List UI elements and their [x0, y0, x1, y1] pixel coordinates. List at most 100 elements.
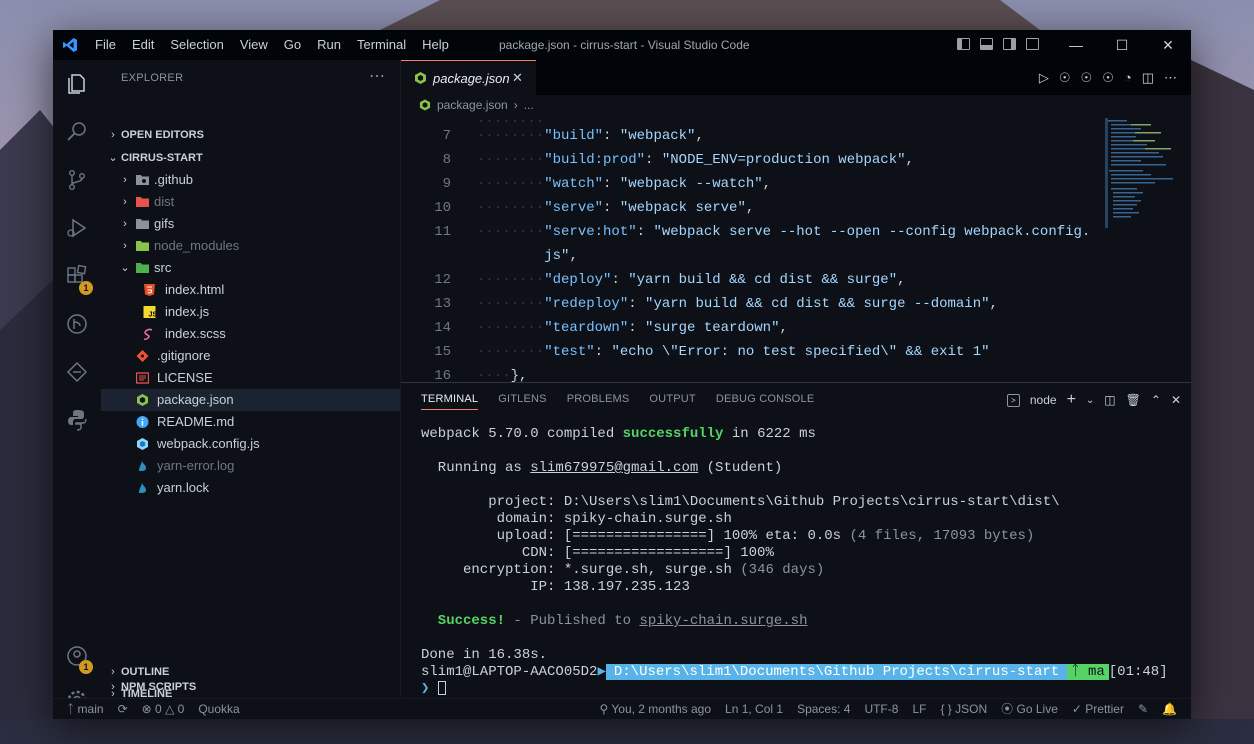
explorer-icon[interactable]: [53, 64, 101, 104]
go-live-status[interactable]: ⦿ Go Live: [1001, 699, 1058, 719]
json-value: "webpack --watch": [619, 176, 763, 192]
indentation-status[interactable]: Spaces: 4: [797, 699, 850, 719]
run-debug-icon[interactable]: [53, 208, 101, 248]
menu-terminal[interactable]: Terminal: [349, 30, 414, 60]
panel-tabs: TERMINAL GITLENS PROBLEMS OUTPUT DEBUG C…: [421, 393, 814, 410]
terminal-url[interactable]: spiky-chain.surge.sh: [639, 613, 807, 629]
terminal-text: - Published to: [505, 613, 640, 629]
source-control-icon[interactable]: [53, 160, 101, 200]
terminal-dropdown-icon[interactable]: ⌄: [1086, 395, 1094, 406]
section-npm-scripts[interactable]: › NPM SCRIPTS: [101, 676, 400, 698]
tab-gitlens[interactable]: GITLENS: [498, 393, 546, 410]
tree-item-dist[interactable]: › dist: [101, 191, 400, 213]
section-project[interactable]: ⌄ CIRRUS-START: [101, 147, 400, 169]
maximize-button[interactable]: ☐: [1099, 30, 1145, 60]
close-panel-icon[interactable]: ✕: [1171, 393, 1181, 407]
indent-guide: ········: [477, 272, 545, 288]
sync-icon[interactable]: ⟳: [118, 699, 128, 719]
new-terminal-icon[interactable]: +: [1067, 391, 1076, 409]
json-colon: :: [628, 320, 646, 336]
indent-guide: ········: [477, 128, 545, 144]
python-icon[interactable]: [53, 400, 101, 440]
menu-view[interactable]: View: [232, 30, 276, 60]
gitlens-compare-icon[interactable]: ☉: [1059, 70, 1071, 86]
minimap[interactable]: [1105, 118, 1177, 228]
close-tab-icon[interactable]: ✕: [512, 70, 523, 86]
branch-status[interactable]: ᛏ main: [67, 699, 104, 719]
tree-item-gifs[interactable]: › gifs: [101, 213, 400, 235]
code-view[interactable]: ········ 7 ········"build": "webpack", 8 ·…: [401, 118, 1191, 382]
terminal-label: encryption:: [421, 562, 564, 578]
explorer-more-actions-icon[interactable]: ⋯: [369, 66, 385, 86]
tab-terminal[interactable]: TERMINAL: [421, 393, 479, 410]
tree-item-node-modules[interactable]: › node_modules: [101, 235, 400, 257]
feedback-icon[interactable]: ✎: [1138, 699, 1148, 719]
language-status[interactable]: { } JSON: [940, 699, 987, 719]
gitlens-prev-icon[interactable]: ☉: [1081, 70, 1093, 86]
menu-run[interactable]: Run: [309, 30, 349, 60]
menu-go[interactable]: Go: [276, 30, 309, 60]
tree-item-license[interactable]: LICENSE: [101, 367, 400, 389]
tree-item-src[interactable]: ⌄ src: [101, 257, 400, 279]
toggle-panel-icon[interactable]: [980, 38, 993, 50]
tab-output[interactable]: OUTPUT: [649, 393, 695, 410]
terminal-text: Running as: [421, 460, 531, 476]
tree-item-package-json[interactable]: package.json: [101, 389, 400, 411]
tree-item-label: gifs: [154, 216, 175, 231]
svg-text:JS: JS: [149, 312, 157, 319]
menu-file[interactable]: File: [87, 30, 124, 60]
title-bar: File Edit Selection View Go Run Terminal…: [53, 30, 1191, 60]
encoding-status[interactable]: UTF-8: [864, 699, 898, 719]
git-blame-status[interactable]: ⚲ You, 2 months ago: [599, 699, 711, 719]
panel-actions: > node + ⌄ ◫ 🗑 ⌃ ✕: [1006, 391, 1181, 409]
quokka-status[interactable]: Quokka: [198, 699, 239, 719]
menu-help[interactable]: Help: [414, 30, 457, 60]
prettier-status[interactable]: ✓ Prettier: [1072, 699, 1124, 719]
accounts-icon[interactable]: 1: [53, 636, 101, 676]
customize-layout-icon[interactable]: [1026, 38, 1039, 50]
tree-item-yarn-error-log[interactable]: yarn-error.log: [101, 455, 400, 477]
editor-more-actions-icon[interactable]: ⋯: [1164, 70, 1177, 86]
section-open-editors[interactable]: › OPEN EDITORS: [101, 124, 400, 146]
split-terminal-icon[interactable]: ◫: [1104, 393, 1115, 407]
tree-item-index-html[interactable]: index.html: [101, 279, 400, 301]
json-colon: :: [603, 176, 620, 192]
split-editor-icon[interactable]: ◫: [1142, 70, 1154, 86]
close-window-button[interactable]: ✕: [1145, 30, 1191, 60]
maximize-panel-icon[interactable]: ⌃: [1151, 393, 1161, 407]
gitlens-toggle-icon[interactable]: ◔: [1124, 70, 1132, 86]
menu-edit[interactable]: Edit: [124, 30, 162, 60]
problems-status[interactable]: ⊗ 0 △ 0: [142, 699, 185, 719]
tree-item-gitignore[interactable]: .gitignore: [101, 345, 400, 367]
cursor-position[interactable]: Ln 1, Col 1: [725, 699, 783, 719]
gitlens-next-icon[interactable]: ☉: [1102, 70, 1114, 86]
eol-status[interactable]: LF: [912, 699, 926, 719]
notifications-bell-icon[interactable]: 🔔: [1162, 699, 1177, 719]
remote-explorer-icon[interactable]: [53, 352, 101, 392]
terminal-input-line[interactable]: ❯: [421, 681, 446, 698]
kill-terminal-icon[interactable]: 🗑: [1126, 393, 1141, 407]
search-icon[interactable]: [53, 112, 101, 152]
json-comma: ,: [745, 200, 755, 216]
tree-item-readme[interactable]: README.md: [101, 411, 400, 433]
tab-problems[interactable]: PROBLEMS: [567, 393, 630, 410]
extensions-icon[interactable]: 1: [53, 256, 101, 296]
breadcrumb-more[interactable]: ...: [524, 98, 534, 112]
gitlens-icon[interactable]: [53, 304, 101, 344]
tab-package-json[interactable]: package.json ✕: [401, 60, 536, 95]
menu-selection[interactable]: Selection: [162, 30, 231, 60]
minimize-button[interactable]: —: [1053, 30, 1099, 60]
tab-debug-console[interactable]: DEBUG CONSOLE: [716, 393, 815, 410]
tree-item-github[interactable]: › .github: [101, 169, 400, 191]
toggle-secondary-sidebar-icon[interactable]: [1003, 38, 1016, 50]
tree-item-index-scss[interactable]: index.scss: [101, 323, 400, 345]
tree-item-webpack-config[interactable]: webpack.config.js: [101, 433, 400, 455]
terminal-email[interactable]: slim679975@gmail.com: [530, 460, 698, 476]
tree-item-yarn-lock[interactable]: yarn.lock: [101, 477, 400, 499]
line-number: 10: [434, 200, 451, 216]
tree-item-index-js[interactable]: JS index.js: [101, 301, 400, 323]
toggle-sidebar-icon[interactable]: [957, 38, 970, 50]
run-icon[interactable]: ▷: [1039, 70, 1049, 86]
terminal-shell-name[interactable]: node: [1030, 393, 1057, 407]
breadcrumb-file[interactable]: package.json: [437, 98, 508, 112]
